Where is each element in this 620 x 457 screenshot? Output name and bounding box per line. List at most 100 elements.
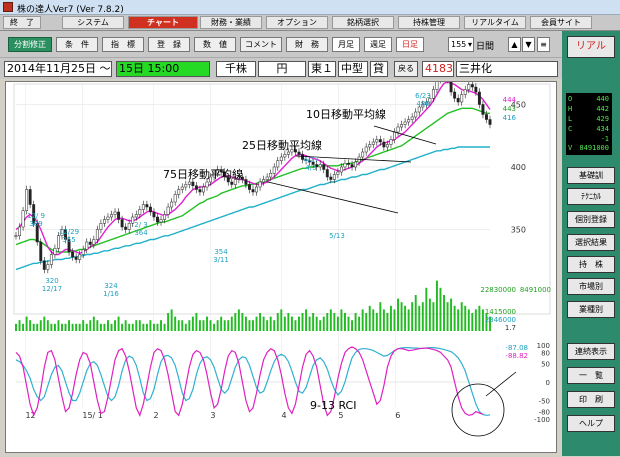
menu-system[interactable]: システム	[62, 16, 124, 29]
realtime-button[interactable]: リアル	[567, 36, 615, 58]
candle-body	[25, 189, 29, 211]
menu-member-site[interactable]: 会員サイト	[530, 16, 592, 29]
indicator-button[interactable]: 指 標	[102, 37, 144, 52]
volume-bar	[57, 320, 60, 331]
volume-bar	[78, 323, 81, 331]
volume-bar	[92, 316, 95, 331]
chevron-down-icon: ▾	[467, 40, 472, 49]
candle-body	[463, 89, 467, 95]
stock-code[interactable]: 4183	[422, 61, 454, 77]
register-button[interactable]: 登 録	[148, 37, 190, 52]
financial-button[interactable]: 財 務	[286, 37, 328, 52]
volume-bar	[372, 309, 375, 331]
candle-body	[110, 214, 113, 218]
candle-body	[85, 241, 89, 250]
market-button[interactable]: 市場別	[567, 278, 615, 295]
candle-body	[488, 119, 492, 125]
split-adjust-button[interactable]: 分割修正	[8, 37, 52, 52]
volume-bar	[326, 313, 329, 331]
quote-low: 429	[596, 115, 609, 123]
comment-button[interactable]: コメント	[240, 37, 282, 52]
candle-body	[329, 176, 333, 180]
selection-result-button[interactable]: 選択結果	[567, 234, 615, 251]
volume-bar	[386, 313, 389, 331]
monthly-button[interactable]: 月足	[332, 37, 360, 52]
volume-bar	[354, 313, 357, 331]
menu-holdings[interactable]: 持株管理	[398, 16, 460, 29]
holdings-button[interactable]: 持 株	[567, 256, 615, 273]
period-select[interactable]: 155 ▾	[448, 37, 474, 52]
candle-body	[364, 146, 368, 153]
volume-ma-label: 1415000	[485, 308, 516, 316]
scroll-down-button[interactable]: ▼	[522, 37, 535, 52]
toolbar: 分割修正 条 件 指 標 登 録 数 値 コメント 財 務 月足 週足 日足 1…	[0, 31, 562, 57]
values-button[interactable]: 数 値	[194, 37, 236, 52]
ma-legend-value: 444	[503, 96, 517, 104]
volume-bar	[184, 323, 187, 331]
volume-bar	[227, 320, 230, 331]
menu-stock-select[interactable]: 銘柄選択	[332, 16, 394, 29]
volume-bar	[322, 316, 325, 331]
volume-bar	[128, 323, 131, 331]
volume-bar	[181, 320, 184, 331]
quote-open: 440	[596, 95, 609, 103]
candle-body	[485, 114, 488, 120]
weekly-button[interactable]: 週足	[364, 37, 392, 52]
app-icon	[3, 2, 13, 12]
volume-bar	[170, 309, 173, 331]
menu-finance[interactable]: 財務・業績	[200, 16, 262, 29]
chart-svg[interactable]: 45040035012 15/ 1 2 3 4 5 610080500-50-80-100 …	[6, 55, 558, 454]
candle-body	[159, 219, 163, 223]
volume-bar	[124, 320, 127, 331]
candle-body	[453, 91, 457, 99]
candle-body	[170, 201, 174, 208]
volume-bar	[446, 302, 449, 331]
rci9-value: -88.82	[505, 352, 528, 360]
print-button[interactable]: 印 刷	[567, 391, 615, 408]
menu-list-button[interactable]: ≡	[537, 37, 550, 52]
price-marker-sub: 4/3	[305, 164, 316, 172]
candle-body	[456, 98, 460, 103]
candle-body	[53, 248, 57, 255]
price-marker-sub: 364	[134, 229, 148, 237]
volume-bar	[365, 313, 368, 331]
individual-register-button[interactable]: 個別登録	[567, 211, 615, 228]
continuous-display-button[interactable]: 連続表示	[567, 343, 615, 360]
basic-button[interactable]: 基礎訓	[567, 167, 615, 184]
volume-bar	[163, 323, 166, 331]
price-marker-label: 324	[104, 282, 118, 290]
volume-bar	[61, 323, 63, 331]
volume-bar	[202, 320, 205, 331]
daily-button[interactable]: 日足	[396, 37, 424, 52]
scroll-up-button[interactable]: ▲	[508, 37, 521, 52]
chart-area[interactable]: 450 400 350 12 15/ 1 2 3 4 5 6 100 80 50 0 -50 -80 -100 …	[5, 55, 558, 454]
candle-body	[21, 210, 25, 228]
menu-chart[interactable]: チャート	[128, 16, 198, 29]
volume-bar	[397, 298, 399, 331]
unit-label: 千株	[216, 61, 256, 77]
candle-body	[354, 161, 358, 168]
price-marker-label: 4/27	[303, 156, 319, 164]
rci-tick-label: -50	[539, 398, 550, 406]
volume-bar	[467, 309, 470, 331]
ma-legend-value: 416	[503, 114, 517, 122]
menu-realtime[interactable]: リアルタイム	[464, 16, 526, 29]
menu-exit[interactable]: 終 了	[3, 16, 41, 29]
volume-bar	[191, 316, 194, 331]
candle-body	[272, 166, 276, 174]
candle-body	[389, 139, 393, 145]
currency-label: 円	[258, 61, 306, 77]
quote-key-high: H	[568, 105, 573, 113]
condition-button[interactable]: 条 件	[56, 37, 98, 52]
technical-button[interactable]: ﾃｸﾆｶﾙ	[567, 188, 615, 205]
volume-bar	[43, 316, 46, 331]
date-field[interactable]: 2014年11月25日 ～	[4, 61, 112, 77]
sector-button[interactable]: 業種別	[567, 301, 615, 318]
list-button[interactable]: 一 覧	[567, 367, 615, 384]
volume-bar	[280, 309, 283, 331]
volume-bar	[107, 320, 109, 331]
menu-options[interactable]: オプション	[266, 16, 328, 29]
volume-bar	[244, 316, 247, 331]
help-button[interactable]: ヘルプ	[567, 415, 615, 432]
back-button[interactable]: 戻る	[394, 61, 418, 77]
